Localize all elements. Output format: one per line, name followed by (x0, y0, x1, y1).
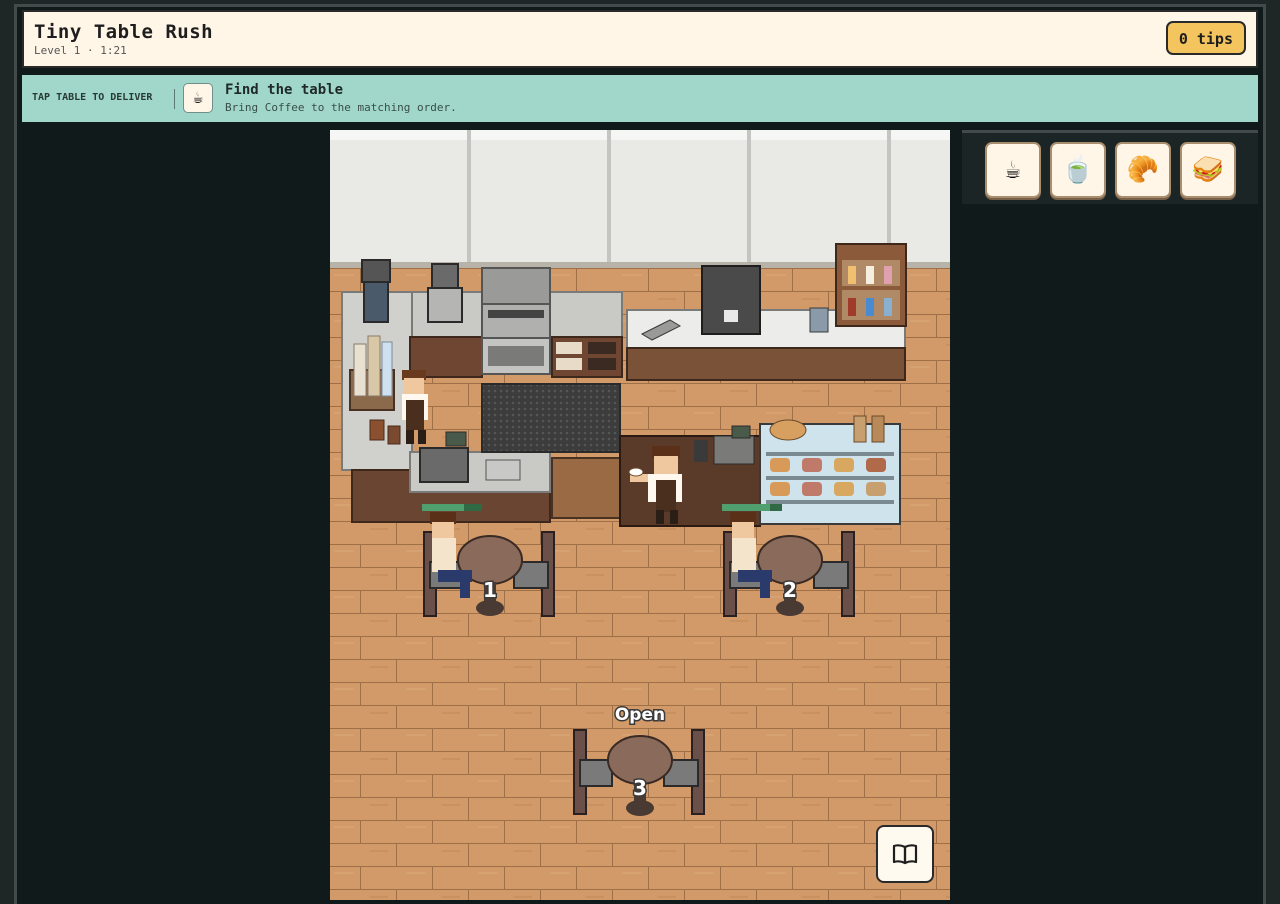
coffee-cup-icon: ☕ (183, 83, 213, 113)
recipe-book-button[interactable] (876, 825, 934, 883)
book-icon (892, 844, 918, 865)
deliver-hint: TAP TABLE TO DELIVER (32, 92, 153, 103)
task-title: Find the table (225, 82, 344, 98)
sandwich-icon[interactable]: 🥪 (1180, 142, 1236, 198)
table-status-open: Open (615, 705, 665, 725)
banner-divider (174, 89, 175, 109)
task-description: Bring Coffee to the matching order. (225, 101, 457, 114)
espresso-machine (481, 267, 551, 375)
top-bar: Tiny Table Rush Level 1 · 1:21 0 tips (22, 10, 1258, 68)
coffee-grinder (361, 259, 391, 323)
item-tray: ☕ 🍵 🥐 🥪 (962, 130, 1258, 204)
table-number-1: 1 (483, 578, 497, 602)
syrup-shelf (835, 243, 907, 327)
tea-icon[interactable]: 🍵 (1050, 142, 1106, 198)
instruction-banner: TAP TABLE TO DELIVER ☕ Find the table Br… (22, 75, 1258, 122)
game-title: Tiny Table Rush (34, 21, 214, 43)
table-number-2: 2 (783, 578, 797, 602)
drip-brewer (427, 263, 463, 323)
coffee-icon[interactable]: ☕ (985, 142, 1041, 198)
cafe-scene: 1 2 Open 3 (330, 130, 950, 900)
cafe-scene-svg: 1 2 Open 3 (330, 130, 950, 900)
level-timer: Level 1 · 1:21 (34, 44, 127, 57)
floor-mat (481, 383, 621, 453)
croissant-icon[interactable]: 🥐 (1115, 142, 1171, 198)
table-number-3: 3 (633, 776, 647, 800)
tips-counter: 0 tips (1165, 21, 1246, 55)
side-counter (551, 457, 621, 519)
